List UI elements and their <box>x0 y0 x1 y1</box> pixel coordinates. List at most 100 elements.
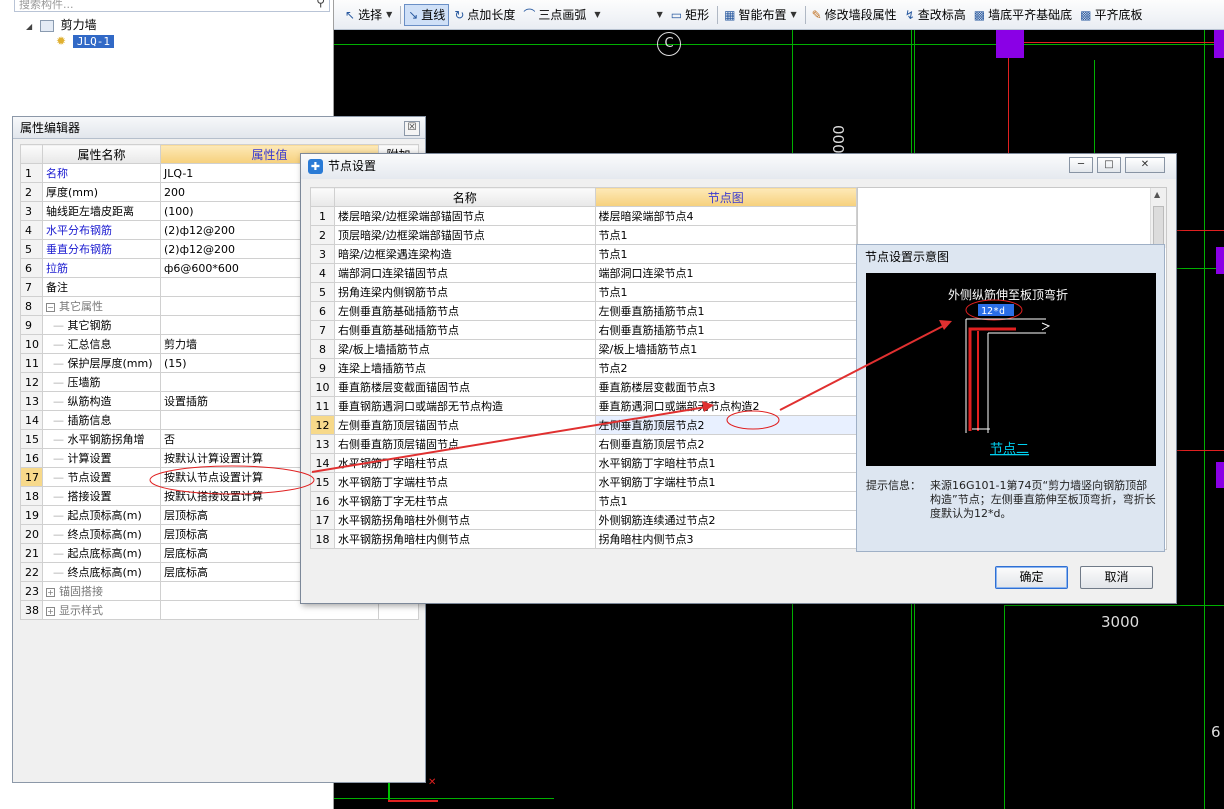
column-header[interactable]: 节点图 <box>594 187 857 207</box>
tree-node-jlq1[interactable]: ✹ JLQ-1 <box>56 33 115 49</box>
line-icon: ↘ <box>408 7 419 22</box>
table-row[interactable]: 15 水平钢筋丁字端柱节点 水平钢筋丁字端柱节点1 <box>309 472 857 492</box>
table-row[interactable]: 16 水平钢筋丁字无柱节点 节点1 <box>309 491 857 511</box>
tree-branch-icon: — <box>53 547 68 560</box>
grid-line <box>1004 605 1224 606</box>
collapse-icon[interactable]: − <box>46 302 55 312</box>
node-name: 端部洞口连梁锚固节点 <box>334 263 596 283</box>
row-number: 13 <box>309 434 336 454</box>
dropdown-arrow-icon: ▼ <box>656 10 663 19</box>
node-diagram-value[interactable]: 节点1 <box>594 225 857 245</box>
align-foundation-button[interactable]: ▩ 墙底平齐基础底 <box>971 4 1075 26</box>
tree-node-shear-wall[interactable]: ◢ 剪力墙 <box>26 17 97 33</box>
line-button[interactable]: ↘ 直线 <box>404 3 450 26</box>
node-diagram-value[interactable]: 垂直筋遇洞口或端部无节点构造2 <box>594 396 857 416</box>
tree-branch-icon: — <box>53 528 68 541</box>
table-row[interactable]: 5 拐角连梁内侧钢筋节点 节点1 <box>309 282 857 302</box>
row-number: 18 <box>309 529 336 549</box>
table-row[interactable]: 14 水平钢筋丁字暗柱节点 水平钢筋丁字暗柱节点1 <box>309 453 857 473</box>
cancel-button[interactable]: 取消 <box>1080 566 1153 589</box>
collapse-triangle-icon[interactable]: ◢ <box>26 19 36 35</box>
node-diagram-value[interactable]: 拐角暗柱内侧节点3 <box>594 529 857 549</box>
node-name: 右侧垂直筋顶层锚固节点 <box>334 434 596 454</box>
arc-label: 三点画弧 <box>538 8 587 22</box>
table-row[interactable]: 2 顶层暗梁/边框梁端部锚固节点 节点1 <box>309 225 857 245</box>
table-header: 名称 节点图 <box>309 187 857 207</box>
table-row[interactable]: 10 垂直筋楼层变截面锚固节点 垂直筋楼层变截面节点3 <box>309 377 857 397</box>
row-number: 6 <box>20 258 43 278</box>
close-icon[interactable]: ☒ <box>404 121 420 136</box>
row-number: 15 <box>309 472 336 492</box>
tree-branch-icon: — <box>53 395 68 408</box>
rectangle-button[interactable]: ▭ 矩形 <box>668 4 712 26</box>
property-name-text: 终点顶标高(m) <box>67 528 142 541</box>
search-icon[interactable]: ⚲ <box>316 0 325 9</box>
scroll-thumb[interactable] <box>1153 206 1164 246</box>
modify-wall-segment-button[interactable]: ✎ 修改墙段属性 <box>809 4 900 26</box>
row-number: 17 <box>309 510 336 530</box>
row-number: 3 <box>309 244 336 264</box>
node-diagram-value[interactable]: 节点1 <box>594 282 857 302</box>
row-number: 14 <box>20 410 43 430</box>
app-icon: ✚ <box>308 159 323 174</box>
row-number: 16 <box>309 491 336 511</box>
table-row[interactable]: 11 垂直钢筋遇洞口或端部无节点构造 垂直筋遇洞口或端部无节点构造2 <box>309 396 857 416</box>
node-preview-panel: 节点设置示意图 外侧纵筋伸至板顶弯折 12*d 节点二 提示信息： 来源16G1… <box>856 244 1165 552</box>
property-name-text: 压墙筋 <box>67 376 101 389</box>
check-elevation-button[interactable]: ↯ 查改标高 <box>902 4 969 26</box>
table-row[interactable]: 1 楼层暗梁/边框梁端部锚固节点 楼层暗梁端部节点4 <box>309 206 857 226</box>
node-diagram-value[interactable]: 节点2 <box>594 358 857 378</box>
wall-line <box>1172 230 1224 231</box>
table-row[interactable]: 8 梁/板上墙插筋节点 梁/板上墙插筋节点1 <box>309 339 857 359</box>
expand-icon[interactable]: + <box>46 606 55 616</box>
three-point-arc-button[interactable]: ⌒ 三点画弧 ▼ <box>520 4 603 26</box>
node-name: 顶层暗梁/边框梁端部锚固节点 <box>334 225 596 245</box>
preview-title: 节点设置示意图 <box>865 250 950 264</box>
property-name-text: 汇总信息 <box>67 338 112 351</box>
node-diagram-value[interactable]: 节点1 <box>594 491 857 511</box>
column-header[interactable]: 属性名称 <box>42 144 161 164</box>
table-row[interactable]: 9 连梁上墙插筋节点 节点2 <box>309 358 857 378</box>
close-button[interactable]: ✕ <box>1125 157 1165 173</box>
node-name: 水平钢筋拐角暗柱内侧节点 <box>334 529 596 549</box>
node-name: 水平钢筋丁字端柱节点 <box>334 472 596 492</box>
table-row[interactable]: 6 左侧垂直筋基础插筋节点 左侧垂直筋插筋节点1 <box>309 301 857 321</box>
node-diagram-value[interactable]: 左侧垂直筋顶层节点2 <box>594 415 857 435</box>
table-row[interactable]: 12 左侧垂直筋顶层锚固节点 左侧垂直筋顶层节点2 <box>309 415 857 435</box>
table-row[interactable]: 7 右侧垂直筋基础插筋节点 右侧垂直筋插筋节点1 <box>309 320 857 340</box>
select-button[interactable]: ↖ 选择 ▼ <box>342 4 395 26</box>
node-diagram-value[interactable]: 水平钢筋丁字暗柱节点1 <box>594 453 857 473</box>
scroll-up-icon[interactable]: ▲ <box>1154 190 1160 199</box>
node-rows: 1 楼层暗梁/边框梁端部锚固节点 楼层暗梁端部节点4 2 顶层暗梁/边框梁端部锚固节点节… <box>309 206 857 549</box>
node-diagram-value[interactable]: 右侧垂直筋顶层节点2 <box>594 434 857 454</box>
align-bottom-icon: ▩ <box>973 7 986 22</box>
node-diagram-value[interactable]: 端部洞口连梁节点1 <box>594 263 857 283</box>
table-row[interactable]: 18 水平钢筋拐角暗柱内侧节点 拐角暗柱内侧节点3 <box>309 529 857 549</box>
property-name: 厚度(mm) <box>42 182 161 202</box>
align-slab-button[interactable]: ▩ 平齐底板 <box>1077 4 1145 26</box>
node-diagram-value[interactable]: 左侧垂直筋插筋节点1 <box>594 301 857 321</box>
table-row[interactable]: 4 端部洞口连梁锚固节点 端部洞口连梁节点1 <box>309 263 857 283</box>
point-length-button[interactable]: ↻ 点加长度 <box>451 4 518 26</box>
ucs-x-axis <box>388 800 438 802</box>
node-diagram-value[interactable]: 外侧钢筋连续通过节点2 <box>594 510 857 530</box>
node-diagram-value[interactable]: 右侧垂直筋插筋节点1 <box>594 320 857 340</box>
component-search-input[interactable]: 搜索构件... ⚲ <box>14 0 330 12</box>
expand-icon[interactable]: + <box>46 587 55 597</box>
minimize-button[interactable]: ─ <box>1069 157 1093 173</box>
tree-branch-icon: — <box>53 414 68 427</box>
table-row[interactable]: 3 暗梁/边框梁遇连梁构造 节点1 <box>309 244 857 264</box>
table-row[interactable]: 17 水平钢筋拐角暗柱外侧节点 外侧钢筋连续通过节点2 <box>309 510 857 530</box>
maximize-button[interactable]: □ <box>1097 157 1121 173</box>
scrollbar[interactable]: ▲ <box>1150 188 1166 248</box>
smart-layout-button[interactable]: ▦ 智能布置 ▼ <box>721 4 800 26</box>
column-header[interactable]: 名称 <box>334 187 596 207</box>
node-diagram-value[interactable]: 水平钢筋丁字端柱节点1 <box>594 472 857 492</box>
ok-button[interactable]: 确定 <box>995 566 1068 589</box>
node-diagram-value[interactable]: 节点1 <box>594 244 857 264</box>
node-diagram-value[interactable]: 垂直筋楼层变截面节点3 <box>594 377 857 397</box>
arc-options-dropdown[interactable]: ▼ <box>650 4 666 26</box>
node-diagram-value[interactable]: 楼层暗梁端部节点4 <box>594 206 857 226</box>
table-row[interactable]: 13 右侧垂直筋顶层锚固节点 右侧垂直筋顶层节点2 <box>309 434 857 454</box>
node-diagram-value[interactable]: 梁/板上墙插筋节点1 <box>594 339 857 359</box>
